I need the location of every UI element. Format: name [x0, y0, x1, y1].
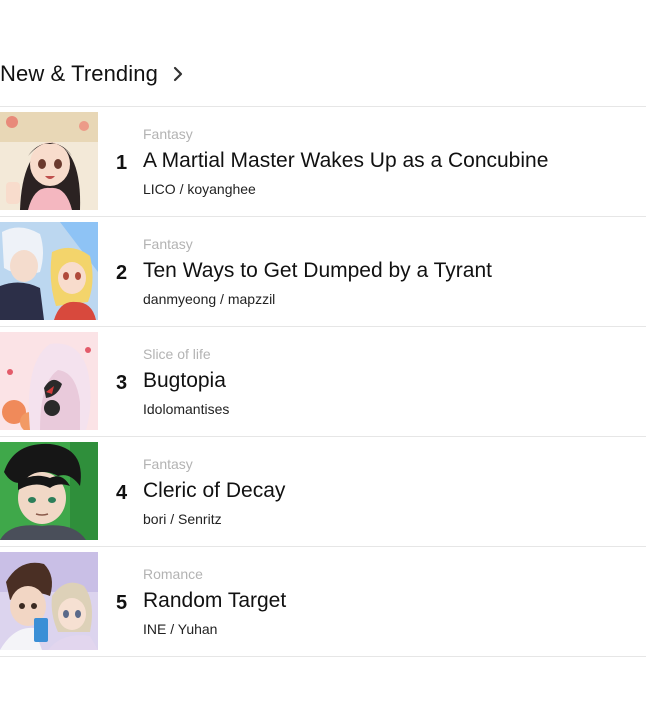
rank-number: 4: [116, 482, 128, 504]
author-credit: Idolomantises: [143, 401, 230, 417]
section-title: New & Trending: [0, 61, 158, 86]
author-credit: INE / Yuhan: [143, 621, 218, 637]
rank-number: 3: [116, 372, 128, 394]
series-title[interactable]: Random Target: [143, 589, 286, 613]
thumbnail-image[interactable]: [0, 222, 98, 320]
genre-label: Slice of life: [143, 346, 211, 362]
list-item[interactable]: 2 Fantasy Ten Ways to Get Dumped by a Ty…: [0, 217, 646, 327]
author-credit: LICO / koyanghee: [143, 181, 256, 197]
thumbnail-image[interactable]: [0, 332, 98, 430]
rank-number: 1: [116, 152, 128, 174]
thumbnail-image[interactable]: [0, 442, 98, 540]
series-title[interactable]: Bugtopia: [143, 369, 226, 393]
list-item[interactable]: 3 Slice of life Bugtopia Idolomantises: [0, 327, 646, 437]
rank-number: 2: [116, 262, 128, 284]
thumbnail-image[interactable]: [0, 552, 98, 650]
genre-label: Fantasy: [143, 126, 193, 142]
list-item[interactable]: 5 Romance Random Target INE / Yuhan: [0, 547, 646, 657]
series-title[interactable]: A Martial Master Wakes Up as a Concubine: [143, 149, 548, 173]
thumbnail-image[interactable]: [0, 112, 98, 210]
series-title[interactable]: Cleric of Decay: [143, 479, 285, 503]
section-header-new-trending[interactable]: New & Trending: [0, 56, 188, 92]
trending-list: 1 Fantasy A Martial Master Wakes Up as a…: [0, 106, 646, 657]
genre-label: Fantasy: [143, 456, 193, 472]
chevron-right-icon: [168, 64, 188, 84]
list-item[interactable]: 4 Fantasy Cleric of Decay bori / Senritz: [0, 437, 646, 547]
rank-number: 5: [116, 592, 128, 614]
list-item[interactable]: 1 Fantasy A Martial Master Wakes Up as a…: [0, 107, 646, 217]
author-credit: danmyeong / mapzzil: [143, 291, 276, 307]
genre-label: Romance: [143, 566, 203, 582]
series-title[interactable]: Ten Ways to Get Dumped by a Tyrant: [143, 259, 492, 283]
author-credit: bori / Senritz: [143, 511, 222, 527]
genre-label: Fantasy: [143, 236, 193, 252]
